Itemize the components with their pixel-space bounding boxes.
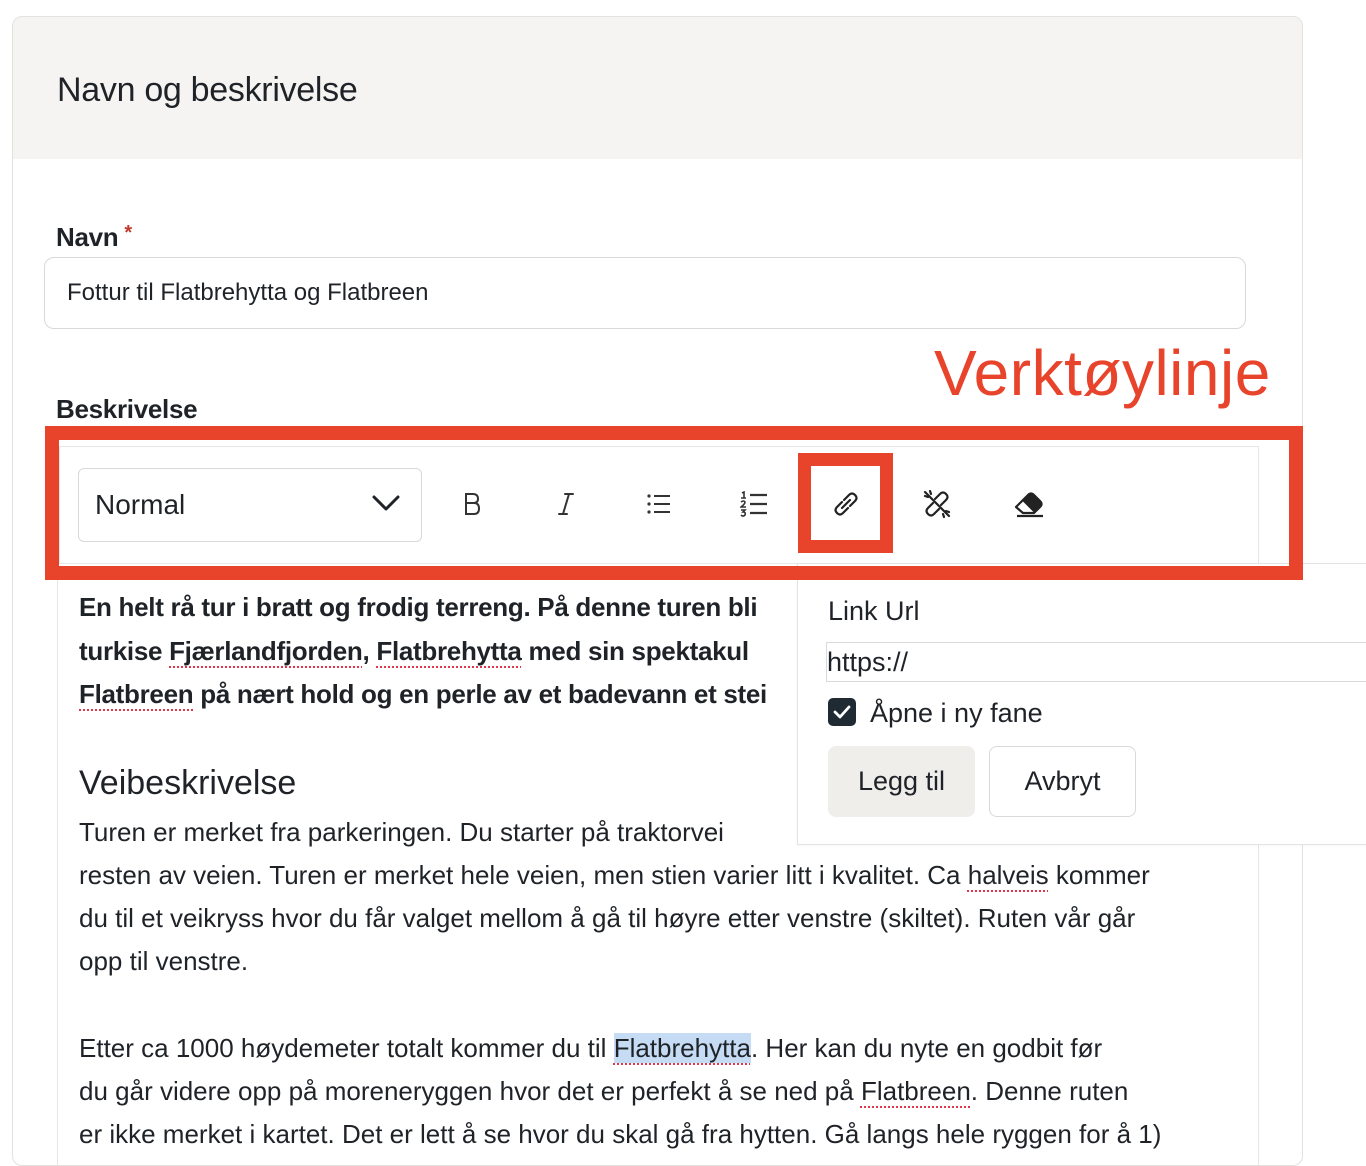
checkmark-icon bbox=[833, 705, 851, 719]
para2-line-1: Etter ca 1000 høydemeter totalt kommer d… bbox=[79, 1033, 1103, 1063]
link-url-label: Link Url bbox=[828, 596, 920, 626]
intro-line-3: Flatbreen på nært hold og en perle av et… bbox=[79, 679, 767, 709]
section-title: Navn og beskrivelse bbox=[57, 71, 358, 109]
selected-text: Flatbrehytta bbox=[613, 1033, 751, 1063]
bold-icon bbox=[460, 491, 484, 522]
italic-icon bbox=[554, 491, 578, 522]
numbered-list-button[interactable] bbox=[726, 478, 782, 534]
para1-line-2: resten av veien. Turen er merket hele ve… bbox=[79, 860, 1150, 890]
para1-line-4: opp til venstre. bbox=[79, 946, 249, 976]
link-icon bbox=[831, 489, 861, 524]
open-new-tab-label[interactable]: Åpne i ny fane bbox=[870, 698, 1043, 729]
format-select-value: Normal bbox=[95, 489, 186, 520]
numbered-list-icon bbox=[738, 490, 768, 522]
annotation-caption: Verktøylinje bbox=[934, 337, 1271, 409]
unlink-button[interactable] bbox=[909, 478, 965, 534]
format-select[interactable]: Normal bbox=[78, 468, 422, 542]
para2-line-2: du går videre opp på moreneryggen hvor d… bbox=[79, 1076, 1129, 1106]
para1-line-3: du til et veikryss hvor du får valget me… bbox=[79, 903, 1136, 933]
intro-line-1: En helt rå tur i bratt og frodig terreng… bbox=[79, 592, 758, 622]
link-popover: Link Url Åpne i ny fane Legg til Avbryt bbox=[797, 563, 1366, 845]
bold-button[interactable] bbox=[444, 478, 500, 534]
clear-format-button[interactable] bbox=[1001, 478, 1057, 534]
bullet-list-icon bbox=[646, 493, 672, 520]
card-header: Navn og beskrivelse bbox=[13, 17, 1302, 159]
description-label: Beskrivelse bbox=[56, 394, 198, 424]
chevron-down-icon bbox=[371, 493, 401, 518]
open-new-tab-checkbox[interactable] bbox=[828, 698, 856, 726]
bullet-list-button[interactable] bbox=[631, 478, 687, 534]
para1-line-1: Turen er merket fra parkeringen. Du star… bbox=[79, 817, 724, 847]
name-input[interactable] bbox=[44, 257, 1246, 329]
eraser-icon bbox=[1013, 490, 1045, 523]
name-label: Navn * bbox=[56, 222, 132, 252]
unlink-icon bbox=[921, 488, 953, 525]
link-button[interactable] bbox=[818, 478, 874, 534]
cancel-link-button[interactable]: Avbryt bbox=[989, 746, 1136, 817]
intro-line-2: turkise Fjærlandfjorden, Flatbrehytta me… bbox=[79, 636, 749, 666]
required-mark: * bbox=[124, 222, 132, 244]
link-url-input[interactable] bbox=[826, 642, 1366, 682]
para2-line-3: er ikke merket i kartet. Det er lett å s… bbox=[79, 1119, 1162, 1149]
italic-button[interactable] bbox=[538, 478, 594, 534]
editor-heading: Veibeskrivelse bbox=[79, 764, 297, 802]
add-link-button[interactable]: Legg til bbox=[828, 746, 975, 817]
